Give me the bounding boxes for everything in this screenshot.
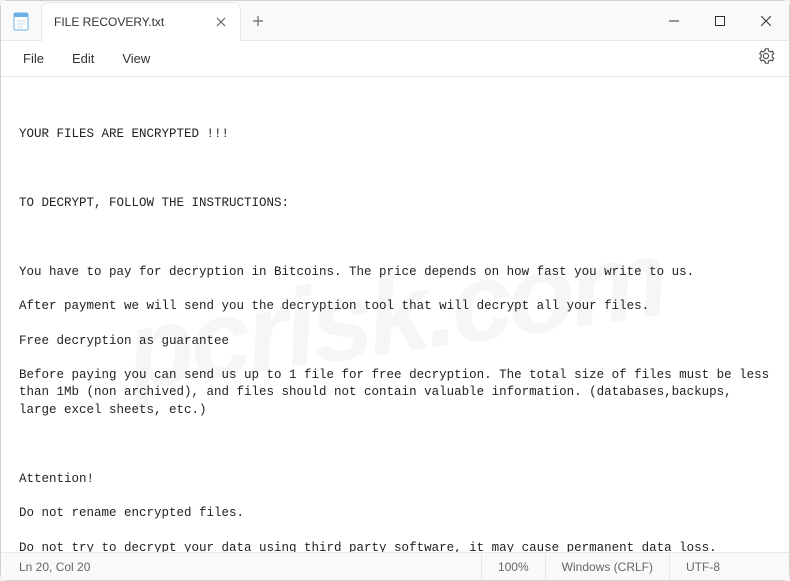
close-window-button[interactable] [743, 1, 789, 41]
menu-view[interactable]: View [108, 45, 164, 72]
new-tab-button[interactable] [241, 1, 275, 40]
status-line-ending[interactable]: Windows (CRLF) [545, 553, 669, 580]
status-cursor-position[interactable]: Ln 20, Col 20 [1, 553, 106, 580]
menubar: File Edit View [1, 41, 789, 77]
text-line: After payment we will send you the decry… [19, 299, 649, 313]
text-line: YOUR FILES ARE ENCRYPTED !!! [19, 127, 229, 141]
text-line: Free decryption as guarantee [19, 334, 229, 348]
text-line: Do not rename encrypted files. [19, 506, 244, 520]
notepad-app-icon [1, 11, 41, 31]
menu-edit[interactable]: Edit [58, 45, 108, 72]
minimize-button[interactable] [651, 1, 697, 41]
menu-file[interactable]: File [9, 45, 58, 72]
text-line: Before paying you can send us up to 1 fi… [19, 368, 777, 417]
maximize-button[interactable] [697, 1, 743, 41]
window-controls [651, 1, 789, 41]
notepad-window: FILE RECOVERY.txt File Edit View [0, 0, 790, 581]
settings-button[interactable] [751, 41, 781, 76]
text-line: You have to pay for decryption in Bitcoi… [19, 265, 694, 279]
tab-title: FILE RECOVERY.txt [54, 15, 164, 29]
tab-strip: FILE RECOVERY.txt [41, 1, 651, 40]
status-encoding[interactable]: UTF-8 [669, 553, 789, 580]
titlebar: FILE RECOVERY.txt [1, 1, 789, 41]
text-line: TO DECRYPT, FOLLOW THE INSTRUCTIONS: [19, 196, 289, 210]
status-zoom[interactable]: 100% [481, 553, 545, 580]
statusbar: Ln 20, Col 20 100% Windows (CRLF) UTF-8 [1, 552, 789, 580]
close-tab-icon[interactable] [214, 15, 228, 29]
text-line: Attention! [19, 472, 94, 486]
text-editor[interactable]: pcrisk.com YOUR FILES ARE ENCRYPTED !!! … [1, 77, 789, 552]
tab-file-recovery[interactable]: FILE RECOVERY.txt [41, 2, 241, 41]
text-line: Do not try to decrypt your data using th… [19, 541, 717, 553]
gear-icon [757, 47, 775, 65]
